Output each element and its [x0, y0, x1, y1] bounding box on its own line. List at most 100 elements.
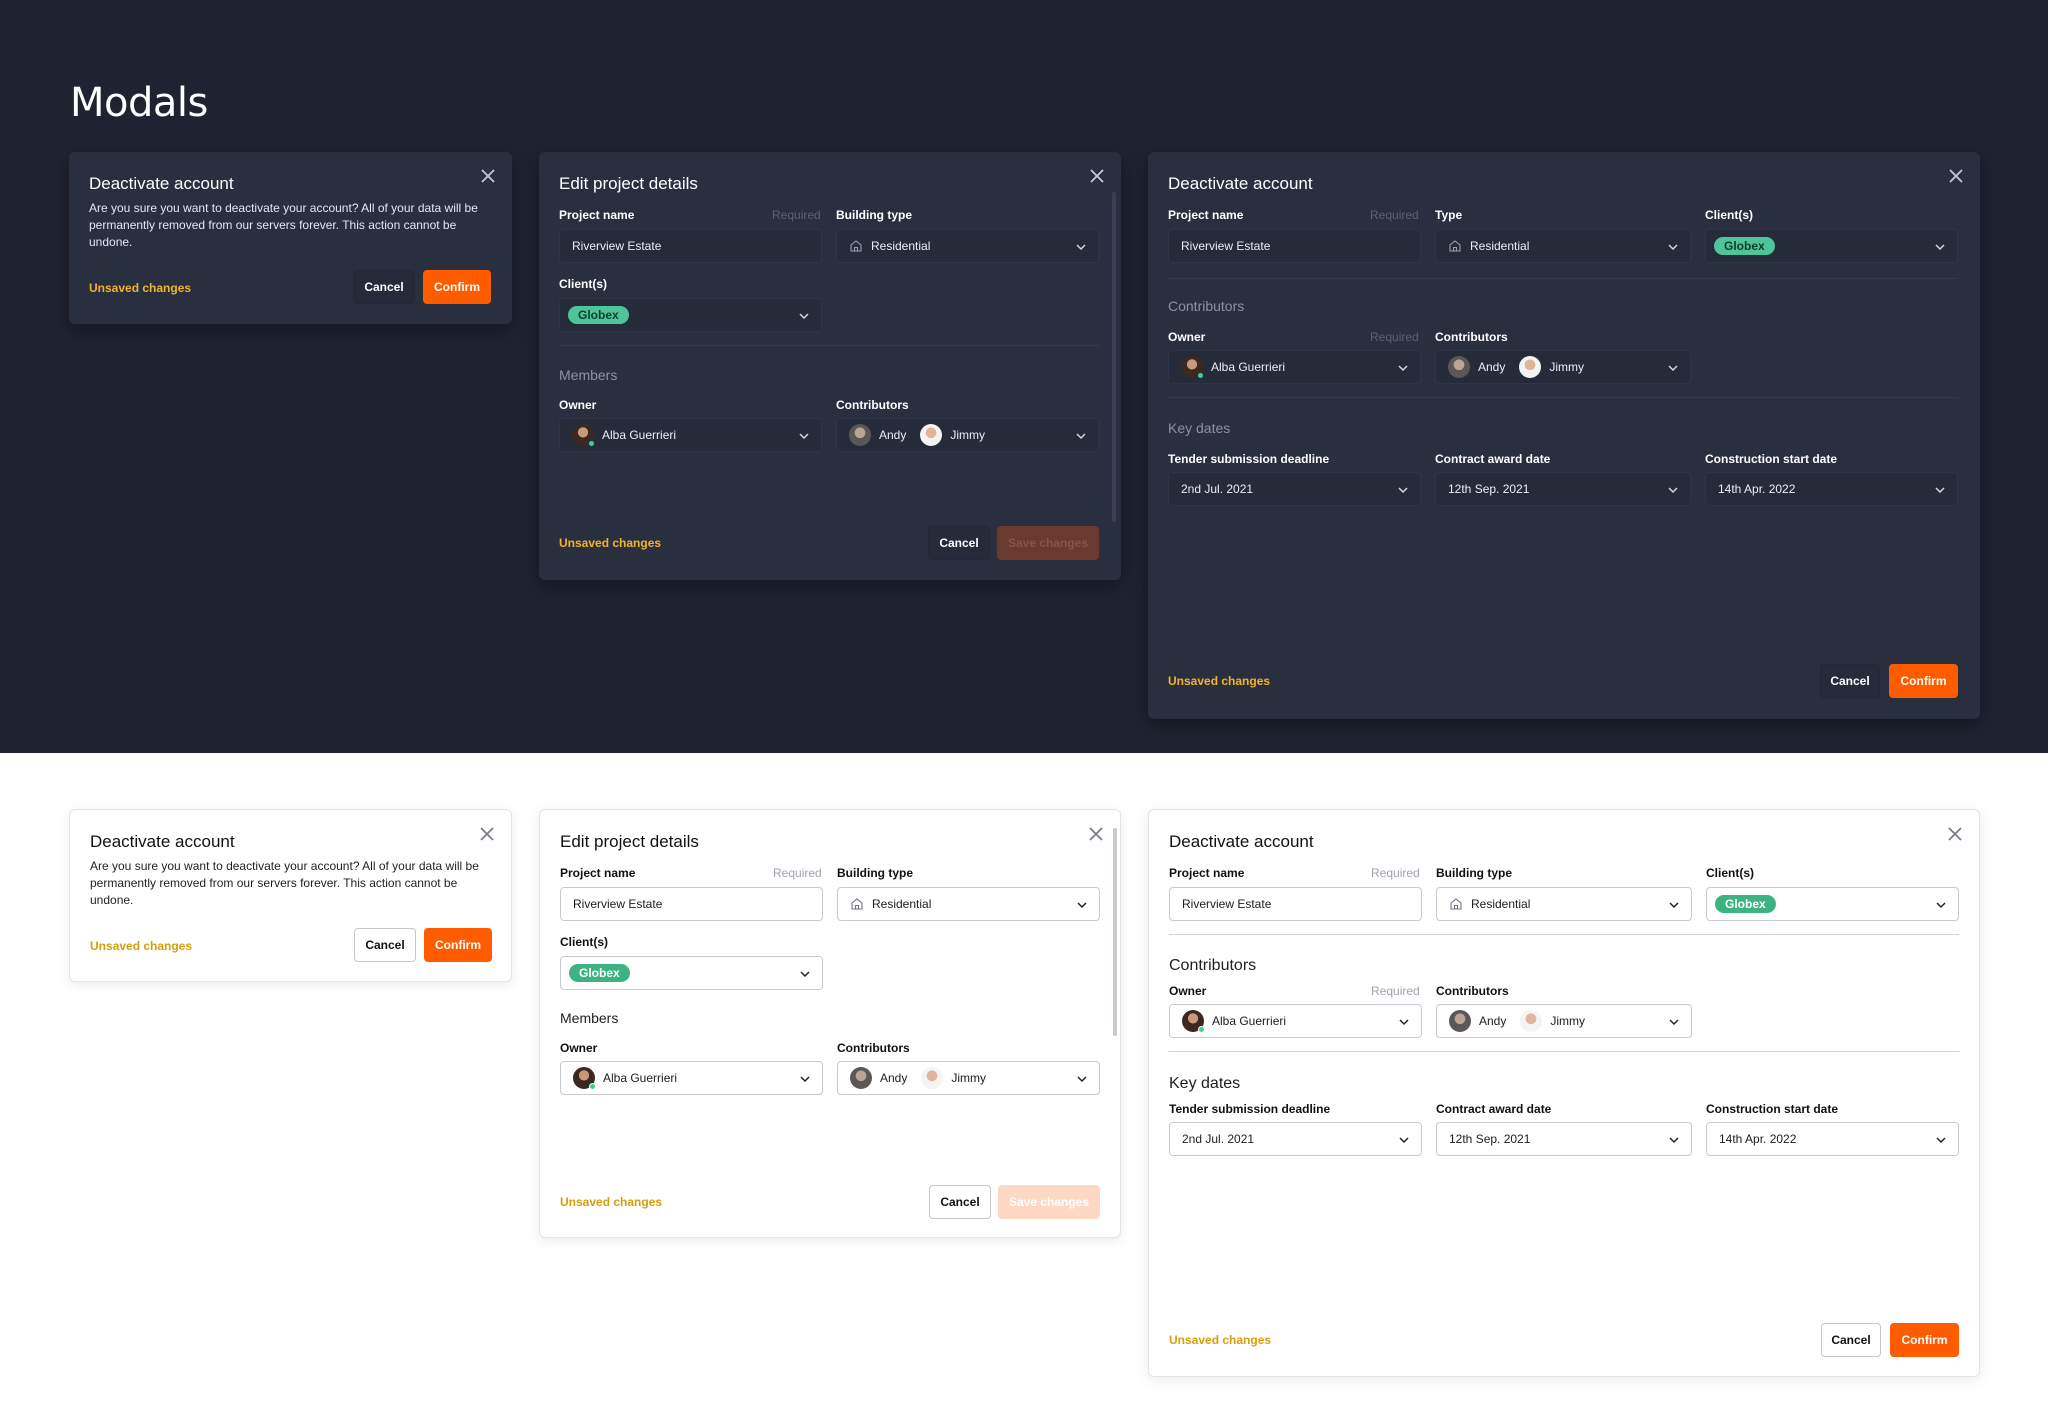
close-icon[interactable] [1085, 164, 1109, 188]
avatar [1520, 1010, 1543, 1032]
key-dates-section-title: Key dates [1169, 1075, 1241, 1092]
avatar [573, 1067, 596, 1090]
project-name-input[interactable]: Riverview Estate [1169, 887, 1422, 921]
building-icon [1450, 898, 1462, 910]
chevron-down-icon [1935, 244, 1945, 251]
award-date-select[interactable]: 12th Sep. 2021 [1436, 1122, 1692, 1156]
scrollbar[interactable] [1112, 192, 1116, 522]
chevron-down-icon [1398, 365, 1408, 372]
type-select[interactable]: Residential [1435, 229, 1691, 263]
project-name-input[interactable]: Riverview Estate [559, 229, 822, 263]
clients-label: Client(s) [559, 277, 607, 291]
confirm-button[interactable]: Confirm [1890, 1323, 1959, 1357]
close-icon[interactable] [1084, 822, 1108, 846]
clients-select[interactable]: Globex [559, 298, 822, 332]
cancel-button[interactable]: Cancel [354, 928, 416, 962]
confirm-button[interactable]: Confirm [424, 928, 492, 962]
building-type-label: Building type [836, 208, 912, 222]
contributors-label: Contributors [1436, 984, 1509, 998]
close-icon[interactable] [476, 164, 500, 188]
project-name-input[interactable]: Riverview Estate [1168, 229, 1421, 263]
contributor-chip: Andy [850, 1067, 907, 1089]
owner-select[interactable]: Alba Guerrieri [559, 418, 822, 452]
type-label: Type [1435, 208, 1463, 222]
client-tag: Globex [1714, 237, 1775, 255]
page-title: Modals [70, 80, 208, 126]
chevron-down-icon [1077, 902, 1087, 909]
cancel-button[interactable]: Cancel [1821, 1323, 1881, 1357]
close-icon[interactable] [1944, 164, 1968, 188]
online-dot [589, 1083, 596, 1090]
contributors-select[interactable]: Andy Jimmy [836, 418, 1099, 452]
clients-select[interactable]: Globex [1706, 887, 1959, 921]
project-name-label: Project name [1169, 866, 1245, 880]
cancel-button[interactable]: Cancel [1820, 664, 1880, 698]
construction-date-select[interactable]: 14th Apr. 2022 [1706, 1122, 1959, 1156]
building-type-select[interactable]: Residential [837, 887, 1100, 921]
cancel-button[interactable]: Cancel [353, 270, 415, 304]
contributors-select[interactable]: Andy Jimmy [1435, 350, 1691, 384]
project-name-label: Project name [1168, 208, 1244, 222]
construction-label: Construction start date [1706, 1102, 1839, 1116]
award-date-select[interactable]: 12th Sep. 2021 [1435, 472, 1691, 506]
project-name-input[interactable]: Riverview Estate [560, 887, 823, 921]
unsaved-changes-label: Unsaved changes [1168, 674, 1271, 688]
edit-project-modal-light: Edit project details Project name Requir… [539, 809, 1121, 1238]
online-dot [1198, 1026, 1205, 1033]
owner-select[interactable]: Alba Guerrieri [1169, 1004, 1422, 1038]
tender-label: Tender submission deadline [1168, 452, 1330, 466]
clients-select[interactable]: Globex [560, 956, 823, 990]
contributor-chip: Andy [1449, 1010, 1506, 1032]
owner-select[interactable]: Alba Guerrieri [1168, 350, 1421, 384]
contributors-section-title: Contributors [1169, 957, 1257, 974]
confirm-button[interactable]: Confirm [1889, 664, 1958, 698]
contributors-label: Contributors [837, 1041, 910, 1055]
project-name-label: Project name [560, 866, 636, 880]
required-hint: Required [1371, 866, 1420, 880]
clients-label: Client(s) [560, 935, 608, 949]
contributor-chip: Jimmy [1520, 1010, 1585, 1032]
save-changes-button[interactable]: Save changes [998, 1185, 1100, 1219]
construction-date-select[interactable]: 14th Apr. 2022 [1705, 472, 1958, 506]
members-section-title: Members [560, 1010, 619, 1026]
close-icon[interactable] [1943, 822, 1967, 846]
avatar [921, 1067, 944, 1089]
field-value: 14th Apr. 2022 [1718, 482, 1796, 496]
chevron-down-icon [1399, 1019, 1409, 1026]
chevron-down-icon [1669, 1137, 1679, 1144]
chevron-down-icon [1077, 1076, 1087, 1083]
contributors-select[interactable]: Andy Jimmy [837, 1061, 1100, 1095]
award-label: Contract award date [1436, 1102, 1552, 1116]
clients-label: Client(s) [1706, 866, 1754, 880]
edit-project-modal-dark: Edit project details Project name Requir… [539, 152, 1121, 580]
unsaved-changes-label: Unsaved changes [89, 281, 192, 295]
field-value: 14th Apr. 2022 [1719, 1132, 1797, 1146]
cancel-button[interactable]: Cancel [928, 526, 990, 560]
building-type-select[interactable]: Residential [836, 229, 1099, 263]
client-tag: Globex [1715, 895, 1776, 913]
contributors-label: Contributors [1435, 330, 1508, 344]
building-icon [1449, 240, 1461, 252]
save-changes-button[interactable]: Save changes [997, 526, 1099, 560]
modal-title: Deactivate account [90, 832, 235, 851]
tender-date-select[interactable]: 2nd Jul. 2021 [1169, 1122, 1422, 1156]
clients-select[interactable]: Globex [1705, 229, 1958, 263]
divider [1169, 934, 1959, 935]
scrollbar[interactable] [1113, 828, 1117, 1036]
field-value: Alba Guerrieri [1211, 360, 1286, 374]
contributors-select[interactable]: Andy Jimmy [1436, 1004, 1692, 1038]
construction-label: Construction start date [1705, 452, 1838, 466]
contributor-name: Andy [880, 1071, 908, 1085]
avatar [920, 424, 943, 446]
cancel-button[interactable]: Cancel [929, 1185, 991, 1219]
close-icon[interactable] [475, 822, 499, 846]
owner-select[interactable]: Alba Guerrieri [560, 1061, 823, 1095]
avatar [1181, 356, 1204, 379]
tender-date-select[interactable]: 2nd Jul. 2021 [1168, 472, 1421, 506]
contributor-name: Andy [879, 428, 907, 442]
modal-body-text: Are you sure you want to deactivate your… [89, 201, 478, 249]
building-type-select[interactable]: Residential [1436, 887, 1692, 921]
confirm-button[interactable]: Confirm [423, 270, 491, 304]
client-tag: Globex [569, 964, 630, 982]
chevron-down-icon [1668, 365, 1678, 372]
